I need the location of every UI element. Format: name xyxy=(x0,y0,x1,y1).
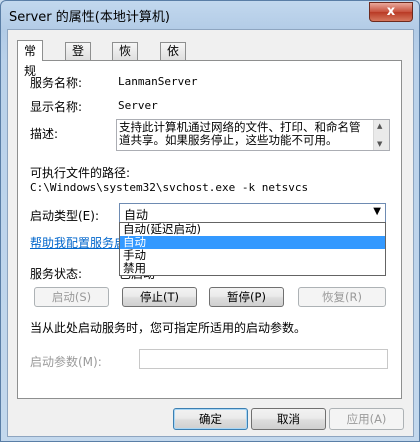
stop-button[interactable]: 停止(T) xyxy=(122,287,197,307)
general-tab-content: 服务名称: LanmanServer 显示名称: Server 描述: 支持此计… xyxy=(17,60,402,399)
service-name-value: LanmanServer xyxy=(118,75,198,88)
display-name-value: Server xyxy=(118,99,158,112)
close-icon: x xyxy=(386,4,396,19)
startup-type-select[interactable]: 自动 ▼ xyxy=(119,203,386,223)
close-button[interactable]: x xyxy=(369,2,413,22)
apply-button[interactable]: 应用(A) xyxy=(329,408,404,430)
properties-dialog: Server 的属性(本地计算机) x 常规 登录 恢复 依存关系 服务名称: … xyxy=(0,0,420,442)
startup-option[interactable]: 禁用 xyxy=(120,262,385,275)
pause-button[interactable]: 暂停(P) xyxy=(209,287,284,307)
tab-logon[interactable]: 登录 xyxy=(65,42,92,75)
start-params-label: 启动参数(M): xyxy=(30,355,102,369)
description-box[interactable]: 支持此计算机通过网络的文件、打印、和命名管道共享。如果服务停止，这些功能不可用。… xyxy=(116,119,390,151)
startup-type-value: 自动 xyxy=(124,208,149,222)
tab-general[interactable]: 常规 xyxy=(17,40,44,78)
startup-option[interactable]: 手动 xyxy=(120,249,385,262)
startup-type-dropdown: 自动(延迟启动) 自动 手动 禁用 xyxy=(119,222,386,276)
start-button[interactable]: 启动(S) xyxy=(34,287,109,307)
resume-button[interactable]: 恢复(R) xyxy=(298,287,386,307)
description-text: 支持此计算机通过网络的文件、打印、和命名管道共享。如果服务停止，这些功能不可用。 xyxy=(119,120,361,147)
scroll-up-icon[interactable]: ▲ xyxy=(377,122,382,130)
cancel-button[interactable]: 取消 xyxy=(251,408,326,430)
service-status-label: 服务状态: xyxy=(30,267,83,281)
exe-path-label: 可执行文件的路径: xyxy=(30,166,131,180)
startup-option[interactable]: 自动 xyxy=(120,236,385,249)
ok-button[interactable]: 确定 xyxy=(173,408,248,430)
start-params-input[interactable] xyxy=(139,349,388,369)
help-configure-link[interactable]: 帮助我配置服务启 xyxy=(30,234,126,251)
startup-option[interactable]: 自动(延迟启动) xyxy=(120,223,385,236)
start-params-hint: 当从此处启动服务时，您可指定所适用的启动参数。 xyxy=(30,321,307,335)
dialog-panel: 常规 登录 恢复 依存关系 服务名称: LanmanServer 显示名称: S… xyxy=(7,29,414,437)
exe-path-value: C:\Windows\system32\svchost.exe -k netsv… xyxy=(30,181,309,194)
service-name-label: 服务名称: xyxy=(30,76,83,90)
tab-dependencies[interactable]: 依存关系 xyxy=(160,42,187,109)
display-name-label: 显示名称: xyxy=(30,100,83,114)
chevron-down-icon[interactable]: ▼ xyxy=(373,206,381,217)
startup-type-label: 启动类型(E): xyxy=(30,209,99,223)
window-title: Server 的属性(本地计算机) xyxy=(9,10,170,25)
tab-recovery[interactable]: 恢复 xyxy=(112,42,139,75)
scroll-down-icon[interactable]: ▼ xyxy=(377,140,382,148)
description-label: 描述: xyxy=(30,127,59,141)
description-scrollbar[interactable]: ▲ ▼ xyxy=(373,120,389,150)
